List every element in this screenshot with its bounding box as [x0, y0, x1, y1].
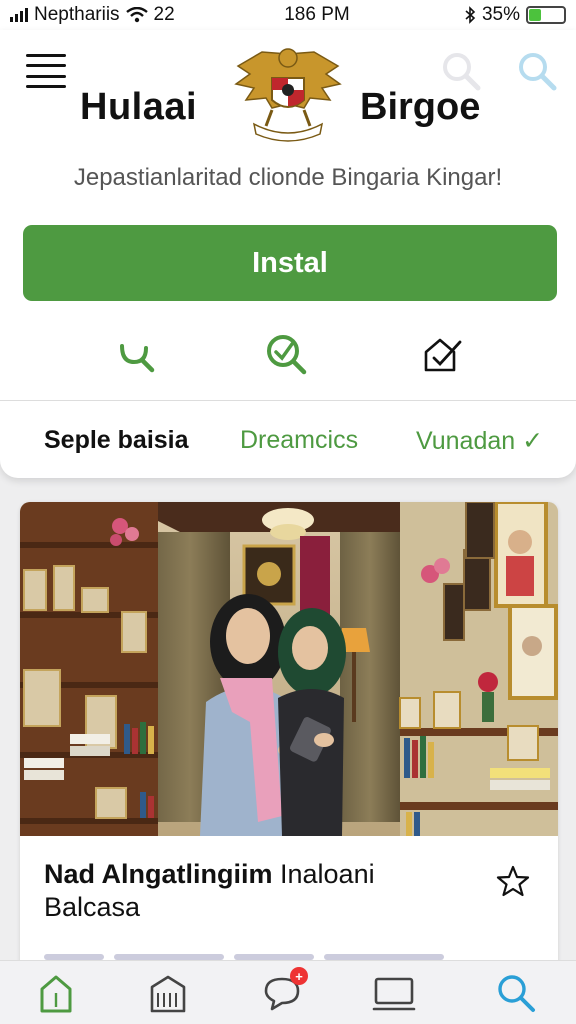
app-title-right: Birgoe	[360, 86, 481, 128]
status-time: 186 PM	[284, 4, 350, 25]
status-bar: Nepthariis 22 186 PM 35%	[0, 0, 576, 30]
search-check-icon[interactable]	[264, 332, 308, 376]
header-card: Hulaai Birgoe Jepastianlaritad clionde B…	[0, 30, 576, 478]
tab-dreamcics[interactable]: Dreamcics	[240, 426, 358, 455]
app-title-left: Hulaai	[80, 86, 198, 128]
install-button[interactable]: Instal	[23, 225, 557, 301]
search-icon[interactable]	[440, 50, 482, 92]
menu-icon[interactable]	[26, 52, 66, 90]
laptop-icon[interactable]	[372, 971, 416, 1015]
carrier-name: Nepthariis	[34, 4, 120, 25]
store-icon[interactable]	[146, 971, 190, 1015]
wifi-icon	[125, 7, 148, 23]
battery-icon	[526, 6, 566, 24]
chat-nav-item[interactable]: +	[260, 967, 308, 1015]
tab-vunadan[interactable]: Vunadan ✓	[416, 426, 543, 456]
tab-seple-baisia[interactable]: Seple baisia	[44, 426, 189, 455]
home-icon[interactable]	[34, 971, 78, 1015]
search-nav-icon[interactable]	[494, 971, 538, 1015]
bluetooth-icon	[465, 6, 476, 24]
card-title: Nad Alngatlingiim Inaloani Balcasa	[44, 858, 484, 924]
search-green-icon[interactable]	[114, 332, 158, 376]
home-check-icon[interactable]	[420, 332, 464, 376]
bottom-nav: +	[0, 960, 576, 1024]
status-right: 35%	[464, 4, 566, 26]
battery-percent: 35%	[481, 4, 520, 25]
coat-of-arms-logo	[234, 48, 342, 142]
battery-fill	[529, 9, 541, 21]
subtitle: Jepastianlaritad clionde Bingaria Kingar…	[73, 164, 503, 191]
chat-badge: +	[290, 967, 308, 985]
tabs-divider	[0, 400, 576, 401]
card-title-bold: Nad Alngatlingiim	[44, 859, 273, 889]
search-blue-icon[interactable]	[516, 50, 558, 92]
card-title-rest: Inaloani	[272, 859, 375, 889]
star-icon[interactable]	[496, 864, 530, 898]
library-photo	[20, 502, 558, 836]
card-title-line2: Balcasa	[44, 892, 141, 922]
signal-icon	[10, 8, 28, 22]
content-card[interactable]: Nad Alngatlingiim Inaloani Balcasa	[20, 502, 558, 972]
